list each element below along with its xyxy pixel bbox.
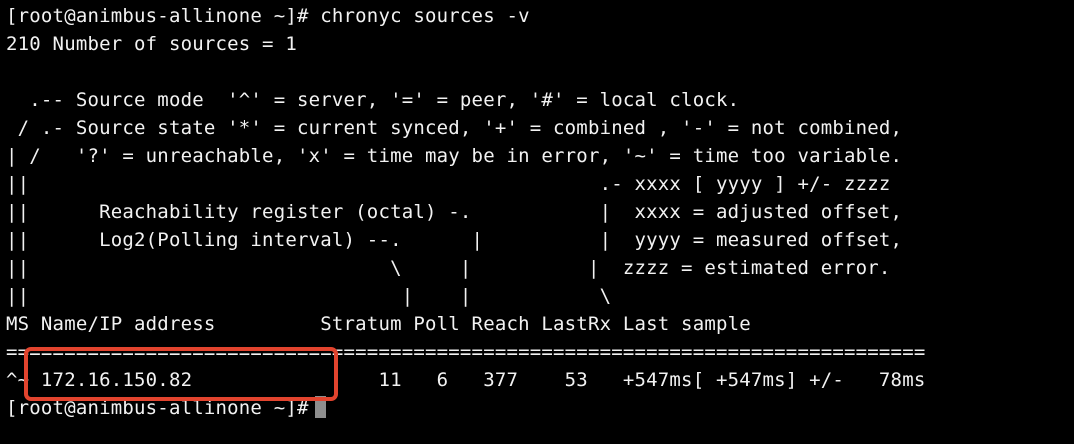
legend-reachability: || Reachability register (octal) -. | xx… [6,201,903,223]
prompt-text: [root@animbus-allinone ~]# [6,397,309,419]
command-line: [root@animbus-allinone ~]# chronyc sourc… [6,5,530,27]
legend-estimated-error: || \ | | zzzz = estimated error. [6,257,891,279]
legend-connector: || | | \ [6,285,612,307]
prompt-line[interactable]: [root@animbus-allinone ~]# [6,394,326,422]
legend-source-state-2: | / '?' = unreachable, 'x' = time may be… [6,145,903,167]
table-row: ^~ 172.16.150.82 11 6 377 53 +547ms[ +54… [6,369,926,391]
table-separator: ========================================… [6,341,926,363]
legend-source-mode: .-- Source mode '^' = server, '=' = peer… [6,89,740,111]
table-header: MS Name/IP address Stratum Poll Reach La… [6,313,751,335]
legend-source-state: / .- Source state '*' = current synced, … [6,117,903,139]
legend-offset-format: || .- xxxx [ yyyy ] +/- zzzz [6,173,891,195]
text-cursor [314,396,326,418]
terminal-window[interactable]: [root@animbus-allinone ~]# chronyc sourc… [0,0,1074,444]
legend-polling: || Log2(Polling interval) --. | | yyyy =… [6,229,903,251]
sources-count-line: 210 Number of sources = 1 [6,33,297,55]
